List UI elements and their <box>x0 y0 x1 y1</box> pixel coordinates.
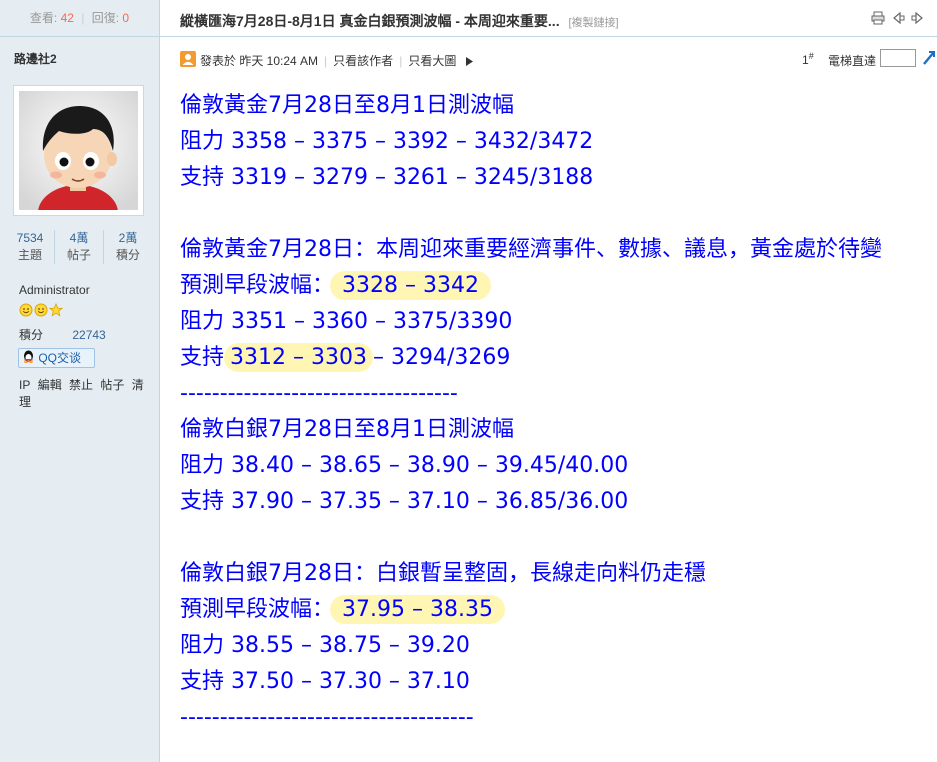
play-arrow-icon[interactable] <box>465 55 473 69</box>
floor-jump-input[interactable] <box>880 49 916 67</box>
smiley-icon <box>19 303 33 317</box>
floor-jump-label: 電梯直達 <box>828 54 877 68</box>
silver-weekly-title: 倫敦白銀7月28日至8月1日測波幅 <box>180 417 514 442</box>
post-content: 倫敦黃金7月28日至8月1日測波幅 阻力 3358 – 3375 – 3392 … <box>180 88 930 736</box>
floor-sup: # <box>808 51 814 61</box>
medal-row <box>19 302 64 317</box>
replies-label: 回復: <box>91 11 120 25</box>
prev-thread-icon[interactable] <box>891 11 905 25</box>
stat-threads[interactable]: 7534 主題 <box>6 230 55 264</box>
stat-posts[interactable]: 4萬 帖子 <box>55 230 104 264</box>
gold-daily-resistance: 阻力 3351 – 3360 – 3375/3390 <box>180 309 513 334</box>
highlighted-range: 37.95 – 38.35 <box>330 595 505 624</box>
credits-label: 積分 <box>19 328 44 342</box>
author-username[interactable]: 路邊社2 <box>14 50 57 67</box>
credits-value: 22743 <box>72 328 106 342</box>
stat-label: 積分 <box>115 248 140 262</box>
floor-number: 1 <box>802 53 809 67</box>
admin-link-ip[interactable]: IP <box>19 378 30 392</box>
stat-label: 主題 <box>17 248 42 262</box>
qq-chat-button[interactable]: QQ交谈 <box>18 348 95 368</box>
copy-link-button[interactable]: [複製鏈接] <box>568 17 618 29</box>
divider-dashes: ------------------------------------- <box>180 705 474 730</box>
thread-title: 縱橫匯海7月28日-8月1日 真金白銀預測波幅 - 本周迎來重要... [複製鏈… <box>180 11 619 31</box>
post-meta-text: 發表於 昨天 10:24 AM | 只看該作者 | 只看大圖 <box>200 52 473 69</box>
print-icon[interactable] <box>871 11 885 25</box>
thread-title-text: 縱橫匯海7月28日-8月1日 真金白銀預測波幅 - 本周迎來重要... <box>180 13 560 29</box>
gold-weekly-title: 倫敦黃金7月28日至8月1日測波幅 <box>180 93 514 118</box>
post-date: 發表於 昨天 10:24 AM <box>200 54 319 68</box>
post-floor-number[interactable]: 1# <box>802 51 814 67</box>
views-count: 42 <box>60 11 74 25</box>
silver-weekly-resistance: 阻力 38.40 – 38.65 – 38.90 – 39.45/40.00 <box>180 453 629 478</box>
gold-weekly-support: 支持 3319 – 3279 – 3261 – 3245/3188 <box>180 165 594 190</box>
divider-dashes: ----------------------------------- <box>180 381 458 406</box>
support-rest: – 3294/3269 <box>372 345 511 370</box>
gold-early-range: 預測早段波幅： 3328 – 3342 <box>180 268 930 304</box>
smiley-icon <box>34 303 48 317</box>
replies-count: 0 <box>122 11 130 25</box>
admin-link-edit[interactable]: 編輯 <box>38 378 62 392</box>
qq-penguin-icon <box>22 349 35 368</box>
admin-link-ban[interactable]: 禁止 <box>69 378 93 392</box>
meta-divider: | <box>399 54 403 68</box>
silver-daily-resistance: 阻力 38.55 – 38.75 – 39.20 <box>180 633 470 658</box>
only-author-link[interactable]: 只看該作者 <box>333 54 393 68</box>
counter-divider: | <box>81 11 85 25</box>
stat-value: 4萬 <box>69 231 89 245</box>
thread-counters: 查看: 42 | 回復: 0 <box>0 0 159 37</box>
stat-value: 2萬 <box>118 231 138 245</box>
post-meta-bar: 發表於 昨天 10:24 AM | 只看該作者 | 只看大圖 1# 電梯直達 <box>160 37 937 79</box>
silver-daily-support: 支持 37.50 – 37.30 – 37.10 <box>180 669 470 694</box>
highlighted-range: 3312 – 3303 <box>224 343 373 372</box>
admin-link-posts[interactable]: 帖子 <box>100 378 124 392</box>
author-stats: 7534 主題 4萬 帖子 2萬 積分 <box>6 230 156 264</box>
gold-weekly-resistance: 阻力 3358 – 3375 – 3392 – 3432/3472 <box>180 129 594 154</box>
credits-row: 積分 22743 <box>19 326 106 343</box>
gold-daily-title: 倫敦黃金7月28日：本周迎來重要經濟事件、數據、議息，黃金處於待變 <box>180 237 882 262</box>
silver-weekly-support: 支持 37.90 – 37.35 – 37.10 – 36.85/36.00 <box>180 489 629 514</box>
stat-label: 帖子 <box>66 248 91 262</box>
meta-divider: | <box>324 54 328 68</box>
support-label: 支持 <box>180 345 225 370</box>
star-icon <box>48 302 64 317</box>
title-toolbar <box>871 11 925 25</box>
highlighted-range: 3328 – 3342 <box>330 271 491 300</box>
early-range-label: 預測早段波幅： <box>180 273 335 298</box>
gold-daily-support: 支持 3312 – 3303– 3294/3269 <box>180 340 930 376</box>
silver-daily-title: 倫敦白銀7月28日：白銀暫呈整固，長線走向料仍走穩 <box>180 561 706 586</box>
author-online-icon <box>180 51 196 67</box>
views-label: 查看: <box>29 11 58 25</box>
early-range-label: 預測早段波幅： <box>180 597 335 622</box>
author-sidebar: 查看: 42 | 回復: 0 路邊社2 7534 主題 4萬 帖子 2萬 積分 … <box>0 0 160 762</box>
admin-links: IP 編輯 禁止 帖子 清理 <box>19 376 159 410</box>
go-arrow-icon[interactable] <box>922 50 936 66</box>
user-group[interactable]: Administrator <box>19 283 90 297</box>
view-large-images-link[interactable]: 只看大圖 <box>408 54 456 68</box>
avatar[interactable] <box>13 85 144 216</box>
next-thread-icon[interactable] <box>911 11 925 25</box>
qq-chat-label: QQ交谈 <box>38 351 82 365</box>
avatar-image <box>19 91 138 210</box>
thread-title-bar: 縱橫匯海7月28日-8月1日 真金白銀預測波幅 - 本周迎來重要... [複製鏈… <box>160 0 937 37</box>
silver-early-range: 預測早段波幅： 37.95 – 38.35 <box>180 592 930 628</box>
stat-credits[interactable]: 2萬 積分 <box>104 230 152 264</box>
stat-value: 7534 <box>16 231 44 245</box>
